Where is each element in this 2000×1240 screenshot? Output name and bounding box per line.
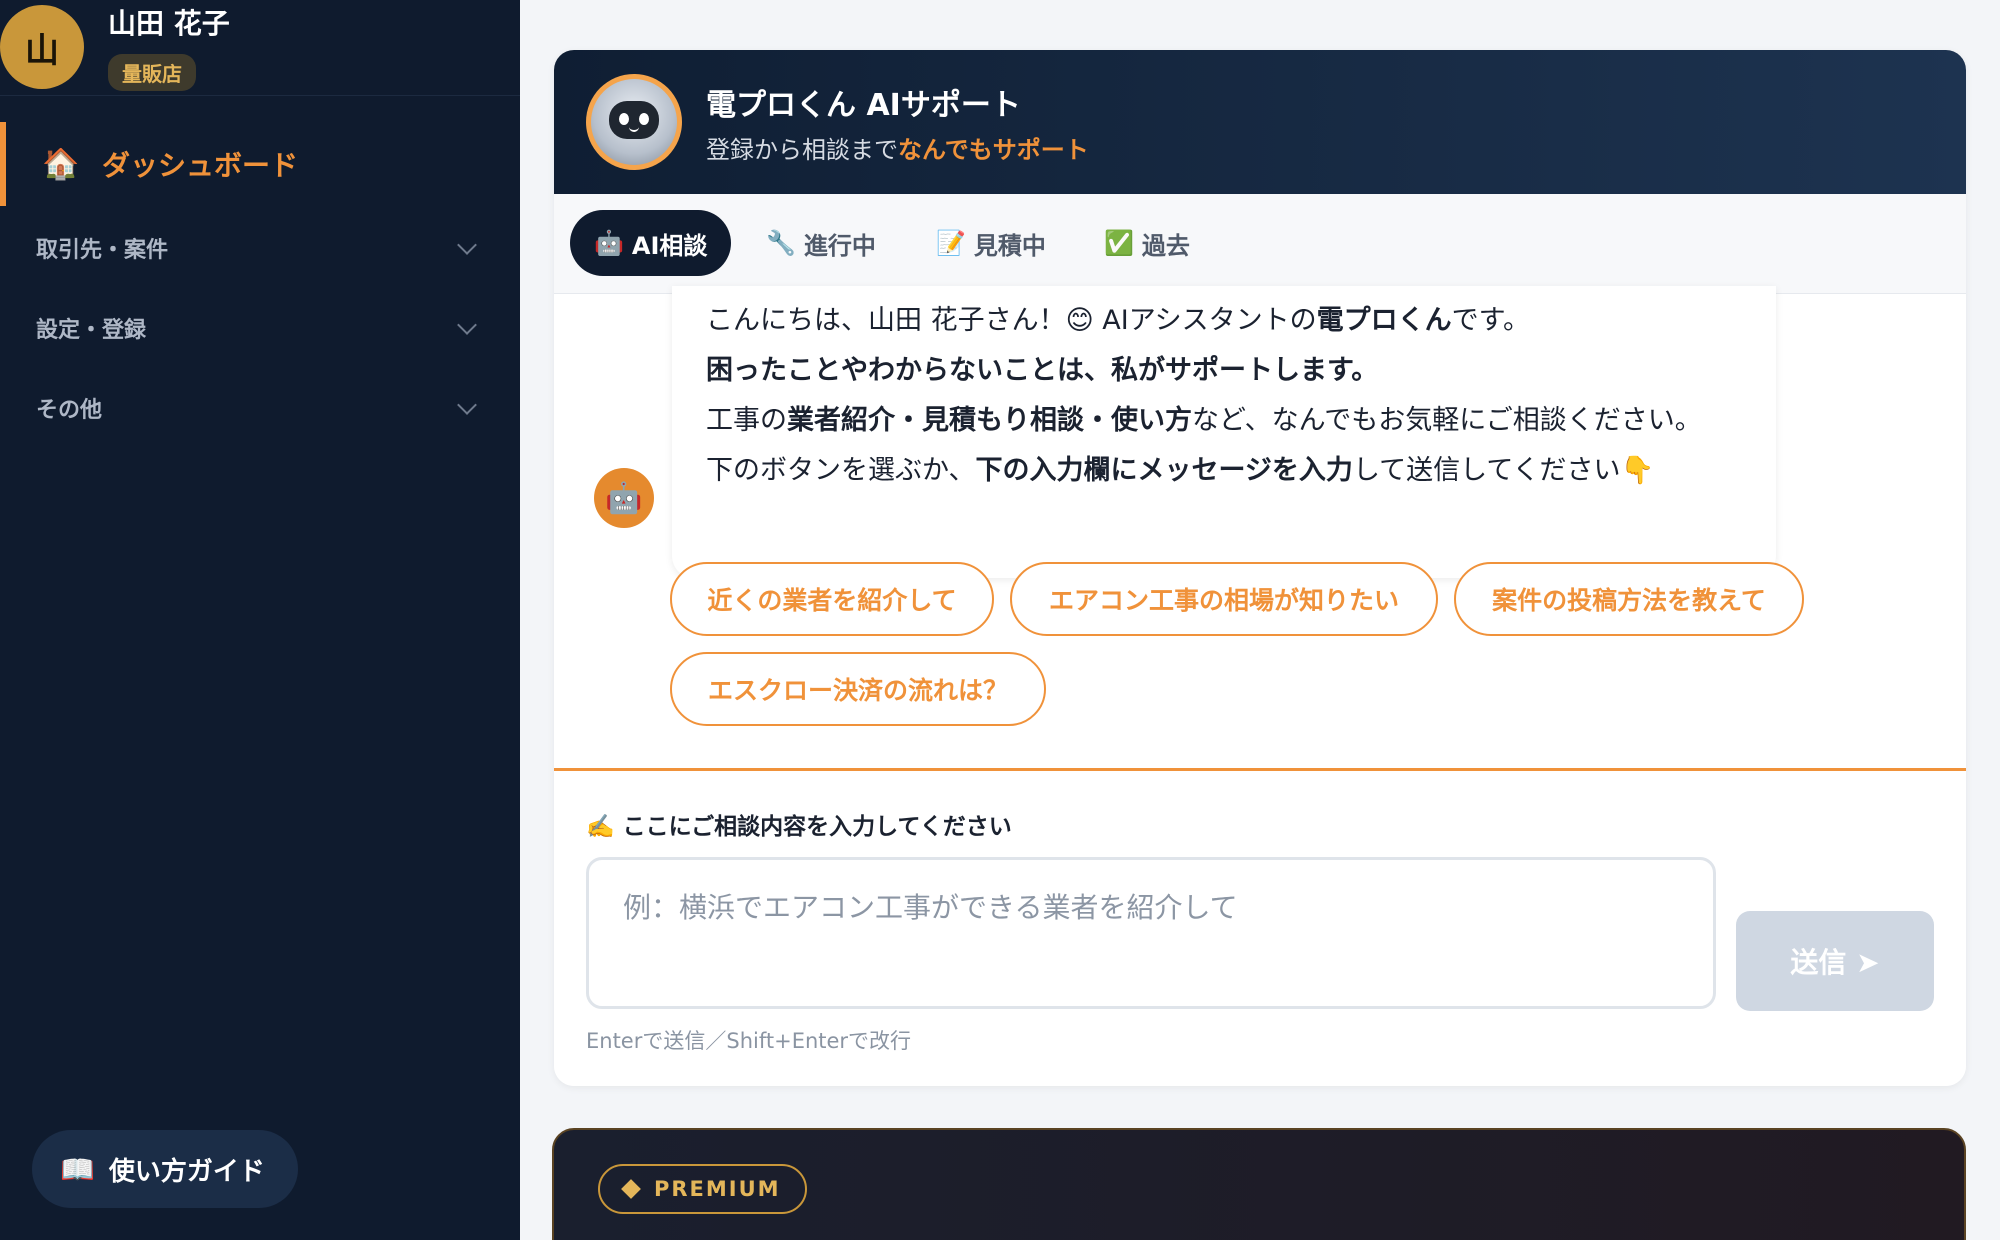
house-icon: 🏠 bbox=[42, 146, 80, 182]
tab-label: 見積中 bbox=[973, 231, 1046, 260]
guide-button-label: 使い方ガイド bbox=[108, 1156, 265, 1187]
chat-tabs: 🤖 AI相談 🔧 進行中 📝 見積中 ✅ 過去 bbox=[554, 194, 1966, 294]
suggestion-chip-escrow-flow[interactable]: エスクロー決済の流れは？ bbox=[670, 652, 1046, 726]
check-icon: ✅ bbox=[1104, 229, 1134, 257]
sidebar-group-label: 取引先・案件 bbox=[36, 238, 169, 263]
guide-button[interactable]: 📖 使い方ガイド bbox=[32, 1130, 298, 1208]
chat-subtitle-prefix: 登録から相談まで bbox=[706, 136, 898, 164]
message-bold-text: 下の入力欄にメッセージを入力 bbox=[975, 455, 1353, 486]
chevron-down-icon bbox=[457, 395, 477, 415]
bot-message-avatar-icon: 🤖 bbox=[594, 468, 654, 528]
input-hint: Enterで送信／Shift+Enterで改行 bbox=[586, 1029, 912, 1053]
chat-subtitle: 登録から相談までなんでもサポート bbox=[706, 130, 1089, 165]
sidebar: 山 山田 花子 量販店 🏠 ダッシュボード 取引先・案件 設定・登録 その他 📖… bbox=[0, 0, 520, 1240]
robot-avatar-icon bbox=[586, 74, 682, 170]
suggestion-chip-how-to-post[interactable]: 案件の投稿方法を教えて bbox=[1454, 562, 1804, 636]
suggestion-chip-nearby-contractors[interactable]: 近くの業者を紹介して bbox=[670, 562, 994, 636]
message-input[interactable] bbox=[586, 857, 1716, 1009]
diamond-icon bbox=[621, 1179, 641, 1199]
input-label: ✍️ ここにご相談内容を入力してください bbox=[586, 814, 1012, 840]
book-icon: 📖 bbox=[60, 1152, 95, 1186]
tab-label: AI相談 bbox=[631, 231, 708, 260]
sidebar-group-label: その他 bbox=[36, 398, 103, 423]
message-line: 困ったことやわからないことは、私がサポートします。 bbox=[706, 346, 1742, 396]
sidebar-group-label: 設定・登録 bbox=[36, 318, 147, 343]
chat-header: 電プロくん AIサポート 登録から相談までなんでもサポート bbox=[554, 50, 1966, 194]
premium-badge: PREMIUM bbox=[598, 1164, 807, 1214]
suggestion-chip-aircon-price[interactable]: エアコン工事の相場が知りたい bbox=[1010, 562, 1438, 636]
tab-past[interactable]: ✅ 過去 bbox=[1104, 210, 1190, 276]
message-text: こんにちは、山田 花子さん！😊 AIアシスタントの bbox=[706, 305, 1317, 336]
memo-icon: 📝 bbox=[936, 229, 966, 257]
message-bold-text: 困ったことやわからないことは、私がサポートします。 bbox=[706, 355, 1379, 386]
message-text: して送信してください👇 bbox=[1352, 455, 1655, 486]
sidebar-item-dashboard[interactable]: 🏠 ダッシュボード bbox=[0, 122, 520, 206]
tab-in-progress[interactable]: 🔧 進行中 bbox=[766, 210, 876, 276]
chat-input-area: ✍️ ここにご相談内容を入力してください 送信 ➤ Enterで送信／Shift… bbox=[554, 768, 1966, 1086]
message-bold-text: 電プロくん bbox=[1316, 305, 1452, 336]
premium-badge-label: PREMIUM bbox=[654, 1177, 781, 1201]
message-text: など、なんでもお気軽にご相談ください。 bbox=[1192, 405, 1702, 436]
message-text: 工事の bbox=[706, 405, 787, 436]
user-name: 山田 花子 bbox=[108, 7, 230, 40]
message-line: 下のボタンを選ぶか、下の入力欄にメッセージを入力して送信してください👇 bbox=[706, 446, 1742, 496]
premium-card: PREMIUM bbox=[552, 1128, 1966, 1240]
tab-label: 過去 bbox=[1141, 231, 1190, 260]
user-profile: 山 山田 花子 量販店 bbox=[0, 0, 520, 96]
chevron-down-icon bbox=[457, 235, 477, 255]
ai-chat-card: 電プロくん AIサポート 登録から相談までなんでもサポート 🤖 AI相談 🔧 進… bbox=[554, 50, 1966, 1086]
role-badge: 量販店 bbox=[108, 54, 196, 91]
message-text: です。 bbox=[1451, 305, 1530, 336]
tab-label: 進行中 bbox=[803, 231, 876, 260]
sidebar-group-clients-projects[interactable]: 取引先・案件 bbox=[0, 218, 520, 278]
chevron-down-icon bbox=[457, 315, 477, 335]
message-text: 下のボタンを選ぶか、 bbox=[706, 455, 976, 486]
sidebar-group-other[interactable]: その他 bbox=[0, 378, 520, 438]
message-bold-text: 業者紹介・見積もり相談・使い方 bbox=[787, 405, 1192, 436]
message-line: こんにちは、山田 花子さん！😊 AIアシスタントの電プロくんです。 bbox=[706, 296, 1742, 346]
send-button[interactable]: 送信 ➤ bbox=[1736, 911, 1934, 1011]
bot-message-bubble: こんにちは、山田 花子さん！😊 AIアシスタントの電プロくんです。 困ったことや… bbox=[672, 286, 1776, 578]
tab-estimating[interactable]: 📝 見積中 bbox=[936, 210, 1046, 276]
tab-ai-consult[interactable]: 🤖 AI相談 bbox=[570, 210, 732, 276]
chat-title: 電プロくん AIサポート bbox=[706, 88, 1021, 123]
robot-icon: 🤖 bbox=[594, 229, 624, 257]
avatar[interactable]: 山 bbox=[0, 5, 84, 89]
sidebar-item-label: ダッシュボード bbox=[102, 149, 299, 182]
chat-subtitle-highlight: なんでもサポート bbox=[898, 136, 1089, 164]
sidebar-group-settings[interactable]: 設定・登録 bbox=[0, 298, 520, 358]
wrench-icon: 🔧 bbox=[766, 229, 796, 257]
message-line: 工事の業者紹介・見積もり相談・使い方など、なんでもお気軽にご相談ください。 bbox=[706, 396, 1742, 446]
